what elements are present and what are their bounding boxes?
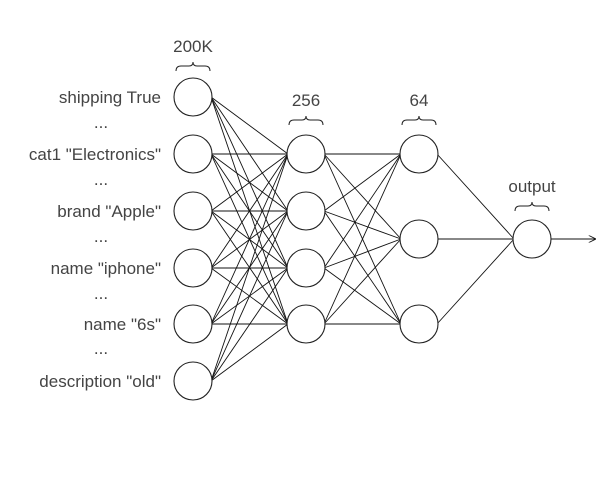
input-ellipsis: ...	[94, 284, 108, 303]
node-layer0-2	[173, 191, 213, 231]
input-labels: shipping True... cat1 "Electronics"... bra…	[29, 88, 161, 391]
layer-braces	[175, 61, 550, 212]
node-layer1-0	[286, 134, 326, 174]
edge-l1-2-to-1	[323, 238, 402, 269]
input-label: shipping True	[59, 88, 161, 107]
edge-l2-0-to-0	[436, 153, 515, 240]
edge-l0-5-to-2	[210, 267, 289, 382]
input-label: cat1 "Electronics"	[29, 145, 161, 164]
layer-header-0: 200K	[173, 37, 213, 56]
input-label: description "old"	[39, 372, 161, 391]
node-layer2-0	[399, 134, 439, 174]
node-layer2-2	[399, 304, 439, 344]
node-layer0-3	[173, 248, 213, 288]
edge-l1-1-to-0	[323, 153, 402, 212]
node-layer0-0	[173, 77, 213, 117]
input-ellipsis: ...	[94, 227, 108, 246]
input-label: name "6s"	[84, 315, 161, 334]
edge-l0-5-to-3	[210, 323, 289, 382]
layer-header-3: output	[508, 177, 556, 196]
edge-l1-2-to-0	[323, 153, 402, 269]
edge-l1-3-to-1	[323, 238, 402, 325]
node-layer1-2	[286, 248, 326, 288]
edge-l0-5-to-0	[210, 153, 289, 382]
layer-header-1: 256	[292, 91, 320, 110]
node-layer1-1	[286, 191, 326, 231]
input-label: brand "Apple"	[57, 202, 161, 221]
edge-l0-0-to-0	[210, 96, 289, 155]
node-layer3-0	[512, 219, 552, 259]
brace-layer1	[288, 115, 324, 126]
edge-l2-2-to-0	[436, 238, 515, 325]
node-layer1-3	[286, 304, 326, 344]
edge-l1-0-to-1	[323, 153, 402, 240]
edge-l1-1-to-1	[323, 210, 402, 240]
input-ellipsis: ...	[94, 339, 108, 358]
edge-l0-5-to-1	[210, 210, 289, 382]
layer-header-2: 64	[410, 91, 429, 110]
node-layer0-1	[173, 134, 213, 174]
edge-l1-1-to-2	[323, 210, 402, 325]
input-ellipsis: ...	[94, 113, 108, 132]
node-layer0-4	[173, 304, 213, 344]
brace-layer2	[401, 115, 437, 126]
node-layer0-5	[173, 361, 213, 401]
input-ellipsis: ...	[94, 170, 108, 189]
neural-network-diagram: 200K 256 64 output shipping True... cat1 "El…	[29, 37, 597, 401]
input-label: name "iphone"	[51, 259, 161, 278]
node-layer2-1	[399, 219, 439, 259]
layer-headers: 200K 256 64 output	[173, 37, 556, 196]
edge-l1-2-to-2	[323, 267, 402, 325]
brace-layer3	[514, 201, 550, 212]
brace-layer0	[175, 61, 211, 72]
